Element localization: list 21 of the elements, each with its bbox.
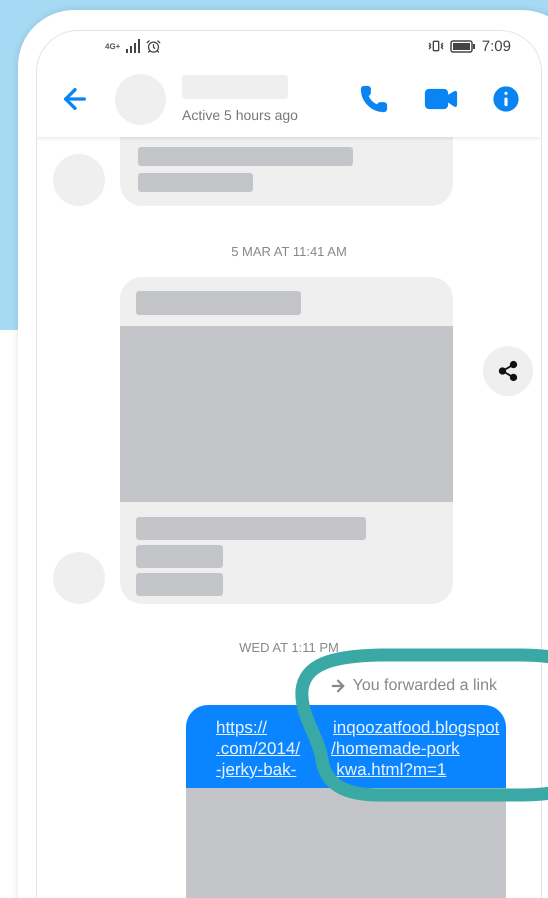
link-text[interactable]: inqoozatfood.blogspot (333, 717, 500, 738)
link-text[interactable]: kwa.html?m=1 (336, 759, 446, 780)
active-status: Active 5 hours ago (182, 107, 298, 123)
timestamp: WED AT 1:11 PM (239, 640, 339, 655)
forward-note: You forwarded a link (352, 677, 497, 695)
share-icon (497, 360, 519, 382)
call-button[interactable] (359, 84, 389, 114)
battery-icon (450, 40, 476, 52)
link-text[interactable]: https:// (216, 717, 268, 738)
share-button[interactable] (483, 346, 533, 396)
alarm-icon (146, 38, 162, 54)
link-bubble[interactable]: https:// inqoozatfood.blogspot .com/2014/ /homemade-pork -jerky-bak- kwa.html?m=1 (186, 705, 506, 898)
signal-icon (126, 39, 140, 53)
link-text[interactable]: /homemade-pork (331, 738, 460, 759)
forward-icon (328, 677, 347, 695)
timestamp: 5 MAR AT 11:41 AM (231, 244, 347, 259)
network-label: 4G+ (105, 42, 120, 50)
clock-time: 7:09 (482, 38, 511, 54)
link-text[interactable]: -jerky-bak- (216, 759, 296, 780)
link-text[interactable]: .com/2014/ (216, 738, 300, 759)
vibrate-icon (428, 38, 444, 54)
